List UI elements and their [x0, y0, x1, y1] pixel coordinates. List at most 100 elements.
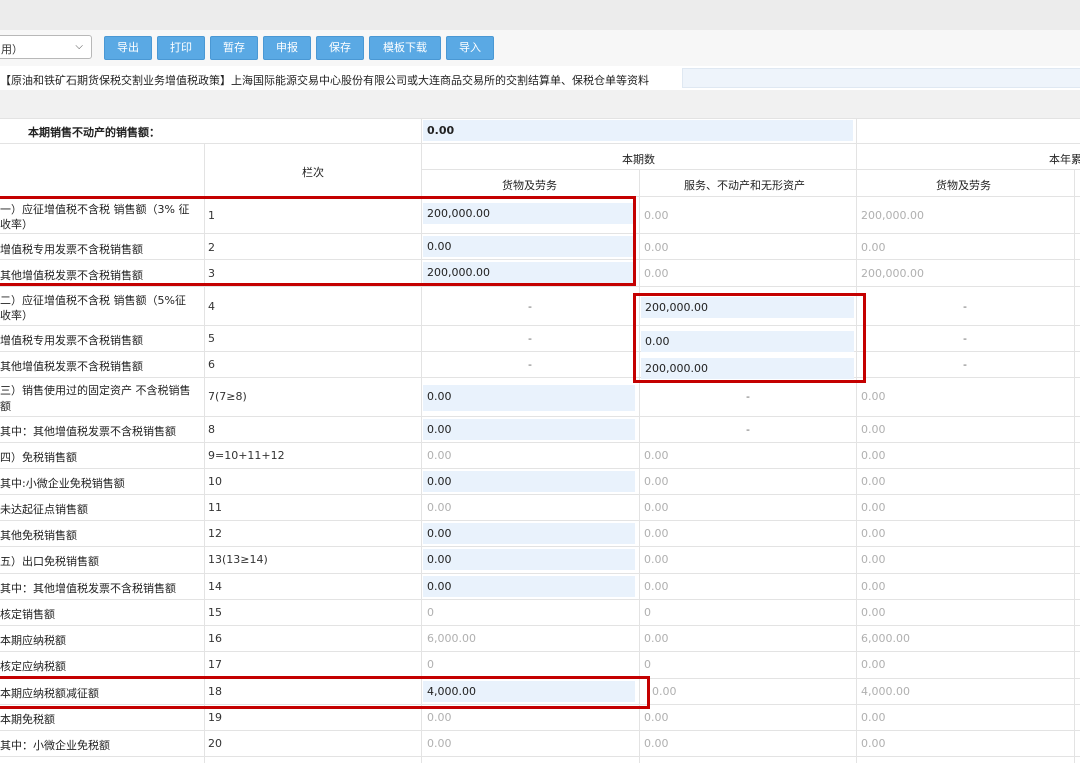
- row-13-line: 13(13≥14): [208, 553, 268, 566]
- goods-header: 货物及劳务: [502, 179, 557, 192]
- row-5-goods: -: [528, 332, 532, 345]
- row-11-line: 11: [208, 501, 222, 514]
- row-5-line: 5: [208, 332, 215, 345]
- row-16-goods: 6,000.00: [427, 632, 476, 645]
- chevron-down-icon: ⌵: [75, 41, 83, 52]
- row-10-goods-input[interactable]: 0.00: [423, 471, 635, 492]
- template-download-button[interactable]: 模板下载: [369, 36, 441, 60]
- ytd-header: 本年累: [1049, 153, 1080, 166]
- row-13-services: 0.00: [644, 553, 669, 566]
- top-band: [0, 0, 1080, 30]
- row-4-ytd-goods: -: [963, 300, 967, 313]
- row-14-label: 其中：其他增值税发票不含税销售额: [0, 582, 176, 595]
- save-button[interactable]: 保存: [316, 36, 364, 60]
- row-16-ytd-goods: 6,000.00: [861, 632, 910, 645]
- row-9-line: 9=10+11+12: [208, 449, 285, 462]
- row-11-services: 0.00: [644, 501, 669, 514]
- policy-banner: 【原油和铁矿石期货保税交割业务增值税政策】上海国际能源交易中心股份有限公司或大连…: [0, 66, 1080, 91]
- period-select[interactable]: 用） ⌵: [0, 35, 92, 59]
- row-18-services: 0.00: [652, 685, 677, 698]
- row-19-ytd-goods: 0.00: [861, 711, 886, 724]
- policy-banner-input[interactable]: [682, 68, 1080, 88]
- row-1-services: 0.00: [644, 209, 669, 222]
- row-11-ytd-goods: 0.00: [861, 501, 886, 514]
- row-11-label: 未达起征点销售额: [0, 503, 88, 516]
- import-button[interactable]: 导入: [446, 36, 494, 60]
- row-15-goods: 0: [427, 606, 434, 619]
- row-20-label: 其中：小微企业免税额: [0, 739, 110, 752]
- export-button[interactable]: 导出: [104, 36, 152, 60]
- row-8-services: -: [746, 423, 750, 436]
- row-2-services: 0.00: [644, 241, 669, 254]
- row-7-line: 7(7≥8): [208, 390, 247, 403]
- row-13-goods-input[interactable]: 0.00: [423, 549, 635, 570]
- row-12-label: 其他免税销售额: [0, 529, 77, 542]
- row-20-services: 0.00: [644, 737, 669, 750]
- row-19-services: 0.00: [644, 711, 669, 724]
- row-10-ytd-goods: 0.00: [861, 475, 886, 488]
- row-15-services: 0: [644, 606, 651, 619]
- line-col-header: 栏次: [302, 166, 324, 179]
- row-10-line: 10: [208, 475, 222, 488]
- row-14-ytd-goods: 0.00: [861, 580, 886, 593]
- row-5-ytd-goods: -: [963, 332, 967, 345]
- row-14-services: 0.00: [644, 580, 669, 593]
- row-14-line: 14: [208, 580, 222, 593]
- services-header: 服务、不动产和无形资产: [684, 179, 805, 192]
- row-16-label: 本期应纳税额: [0, 634, 66, 647]
- row-3-services: 0.00: [644, 267, 669, 280]
- declare-button[interactable]: 申报: [263, 36, 311, 60]
- row-4-goods: -: [528, 300, 532, 313]
- row-14-goods-input[interactable]: 0.00: [423, 576, 635, 597]
- goods-ytd-header: 货物及劳务: [936, 179, 991, 192]
- row-13-ytd-goods: 0.00: [861, 553, 886, 566]
- row-6-ytd-goods: -: [963, 358, 967, 371]
- highlight-box-rows-4-6: [633, 293, 866, 383]
- row-10-services: 0.00: [644, 475, 669, 488]
- row-8-label: 其中：其他增值税发票不含税销售额: [0, 425, 176, 438]
- row-7-goods-input[interactable]: 0.00: [423, 385, 635, 411]
- print-button[interactable]: 打印: [157, 36, 205, 60]
- row-17-line: 17: [208, 658, 222, 671]
- row-12-line: 12: [208, 527, 222, 540]
- row-20-line: 20: [208, 737, 222, 750]
- row-7-label-cont: 额: [0, 400, 11, 413]
- row-15-label: 核定销售额: [0, 608, 55, 621]
- row-7-ytd-goods: 0.00: [861, 390, 886, 403]
- real-estate-input[interactable]: 0.00: [423, 120, 853, 141]
- row-15-line: 15: [208, 606, 222, 619]
- row-17-goods: 0: [427, 658, 434, 671]
- row-19-goods: 0.00: [427, 711, 452, 724]
- row-9-services: 0.00: [644, 449, 669, 462]
- row-8-goods-input[interactable]: 0.00: [423, 419, 635, 440]
- row-8-line: 8: [208, 423, 215, 436]
- policy-banner-text: 【原油和铁矿石期货保税交割业务增值税政策】上海国际能源交易中心股份有限公司或大连…: [0, 74, 649, 87]
- row-11-goods: 0.00: [427, 501, 452, 514]
- row-19-line: 19: [208, 711, 222, 724]
- row-7-services: -: [746, 390, 750, 403]
- row-13-label: 五）出口免税销售额: [0, 555, 99, 568]
- row-3-ytd-goods: 200,000.00: [861, 267, 924, 280]
- row-17-services: 0: [644, 658, 651, 671]
- current-period-header: 本期数: [622, 153, 655, 166]
- row-7-label: 三）销售使用过的固定资产 不含税销售: [0, 384, 191, 397]
- row-4-label-cont: 收率）: [0, 309, 33, 322]
- row-8-ytd-goods: 0.00: [861, 423, 886, 436]
- row-18-ytd-goods: 4,000.00: [861, 685, 910, 698]
- row-16-services: 0.00: [644, 632, 669, 645]
- row-19-label: 本期免税额: [0, 713, 55, 726]
- temp-save-button[interactable]: 暂存: [210, 36, 258, 60]
- row-2-ytd-goods: 0.00: [861, 241, 886, 254]
- row-12-goods-input[interactable]: 0.00: [423, 523, 635, 544]
- row-16-line: 16: [208, 632, 222, 645]
- row-15-ytd-goods: 0.00: [861, 606, 886, 619]
- row-6-line: 6: [208, 358, 215, 371]
- highlight-box-rows-1-3: [0, 196, 636, 286]
- real-estate-label: 本期销售不动产的销售额：: [28, 126, 160, 139]
- highlight-box-row-18: [0, 676, 650, 709]
- row-9-ytd-goods: 0.00: [861, 449, 886, 462]
- row-12-services: 0.00: [644, 527, 669, 540]
- row-1-ytd-goods: 200,000.00: [861, 209, 924, 222]
- row-20-ytd-goods: 0.00: [861, 737, 886, 750]
- row-6-label: 其他增值税发票不含税销售额: [0, 360, 143, 373]
